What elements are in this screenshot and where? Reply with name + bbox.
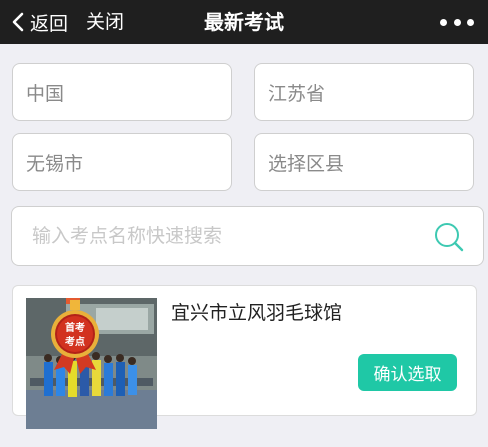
navigation-bar: 返回 关闭 最新考试 xyxy=(0,0,488,44)
venue-photo-image: 首考 考点 xyxy=(26,298,157,429)
more-dots-icon[interactable] xyxy=(440,10,474,34)
search-input[interactable] xyxy=(32,219,432,253)
page-title: 最新考试 xyxy=(204,10,284,34)
badge-line2: 考点 xyxy=(65,335,85,348)
venue-name: 宜兴市立风羽毛球馆 xyxy=(171,302,343,324)
close-button[interactable]: 关闭 xyxy=(86,7,124,37)
province-select[interactable]: 江苏省 xyxy=(254,63,474,121)
dot xyxy=(453,18,461,26)
chevron-left-icon xyxy=(12,12,24,32)
venue-photo: 首考 考点 xyxy=(26,298,157,429)
search-box xyxy=(11,206,484,266)
venue-card: 首考 考点 宜兴市立风羽毛球馆 确认选取 xyxy=(12,285,477,429)
back-label: 返回 xyxy=(30,12,69,35)
city-select[interactable]: 无锡市 xyxy=(12,133,232,191)
badge-line1: 首考 xyxy=(65,321,85,334)
country-select[interactable]: 中国 xyxy=(12,63,232,121)
dot xyxy=(440,18,447,26)
dot xyxy=(467,18,474,26)
search-icon[interactable] xyxy=(433,221,465,253)
back-button[interactable]: 返回 xyxy=(12,7,68,37)
confirm-select-button[interactable]: 确认选取 xyxy=(358,354,457,391)
district-select[interactable]: 选择区县 xyxy=(254,133,474,191)
